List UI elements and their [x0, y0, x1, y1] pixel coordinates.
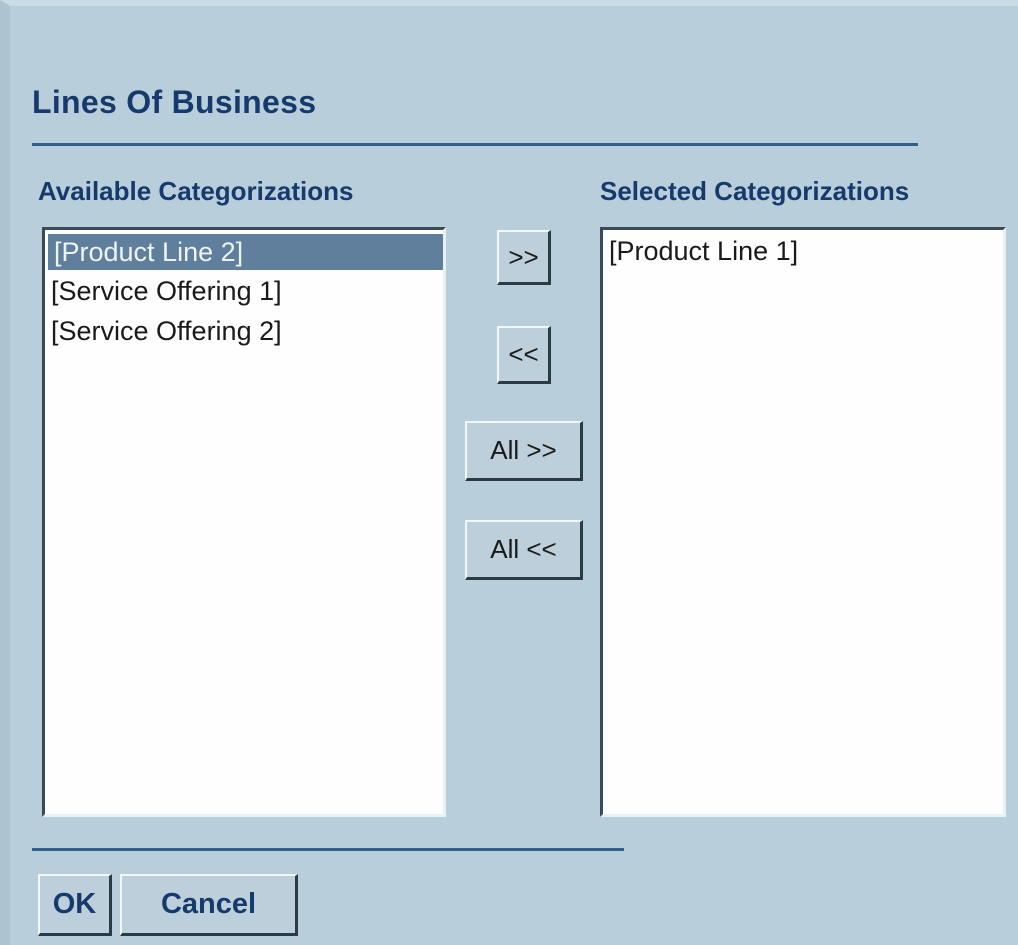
dialog-title: Lines Of Business: [32, 84, 317, 120]
add-all-button[interactable]: All >>: [465, 421, 583, 481]
footer-divider: [32, 848, 624, 851]
title-divider: [32, 143, 918, 146]
add-selected-button[interactable]: >>: [497, 230, 551, 285]
available-item-service-offering-1[interactable]: [Service Offering 1]: [45, 272, 443, 310]
selected-categorizations-label: Selected Categorizations: [600, 176, 910, 206]
selected-categorizations-list[interactable]: [Product Line 1]: [600, 227, 1006, 817]
available-item-product-line-2[interactable]: [Product Line 2]: [48, 234, 443, 270]
available-categorizations-list[interactable]: [Product Line 2] [Service Offering 1] [S…: [42, 227, 446, 817]
remove-selected-button[interactable]: <<: [497, 326, 551, 384]
available-categorizations-label: Available Categorizations: [38, 176, 354, 206]
available-item-service-offering-2[interactable]: [Service Offering 2]: [45, 312, 443, 350]
remove-all-button[interactable]: All <<: [465, 520, 583, 580]
lines-of-business-dialog: Lines Of Business Available Categorizati…: [0, 0, 1018, 945]
ok-button[interactable]: OK: [38, 874, 112, 936]
cancel-button[interactable]: Cancel: [120, 874, 298, 936]
selected-item-product-line-1[interactable]: [Product Line 1]: [603, 232, 1003, 270]
